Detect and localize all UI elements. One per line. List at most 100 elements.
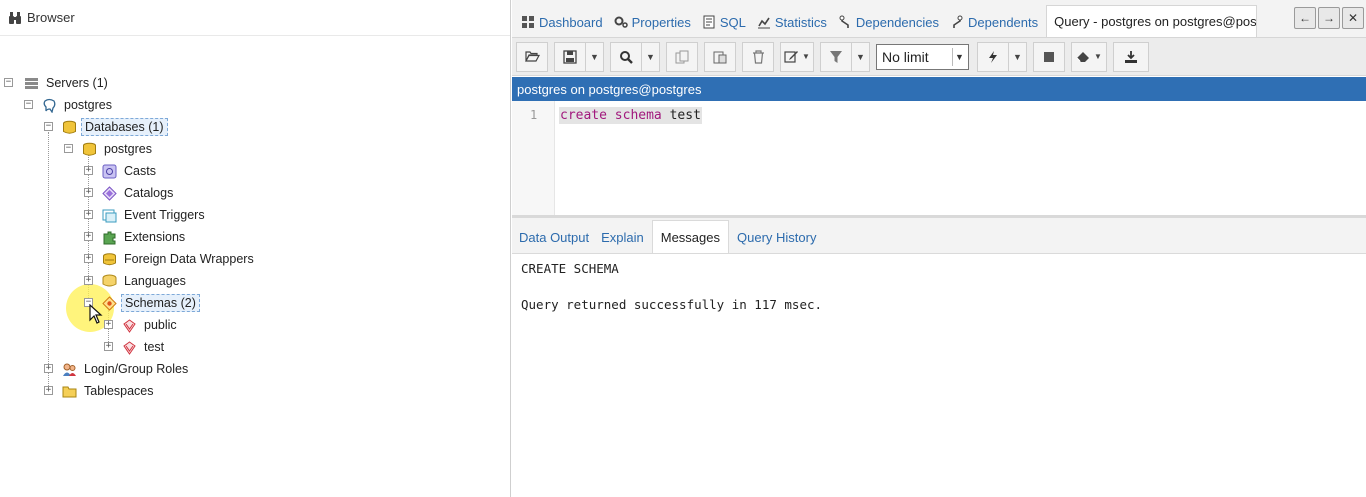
expand-toggle-icon[interactable]: +: [84, 188, 93, 197]
paste-button[interactable]: [704, 41, 736, 72]
connection-label: postgres on postgres@postgres: [517, 81, 702, 97]
extensions-icon: [103, 231, 116, 244]
tab-next-button[interactable]: →: [1318, 7, 1340, 29]
tree-node-login-group-roles[interactable]: + Login/Group Roles: [44, 359, 191, 379]
caret-down-icon: ▼: [646, 51, 655, 62]
caret-down-icon: ▼: [590, 51, 599, 62]
line-number: 1: [530, 108, 538, 122]
filter-icon: [830, 50, 842, 63]
tab-statistics[interactable]: Statistics: [754, 7, 835, 37]
find-button[interactable]: [610, 41, 642, 72]
message-line: Query returned successfully in 117 msec.: [521, 297, 823, 312]
tab-query[interactable]: Query - postgres on postgres@postgres: [1046, 5, 1258, 37]
stop-icon: [1044, 51, 1054, 62]
search-icon: [620, 50, 633, 64]
tab-nav-buttons: ← → ✕: [1294, 7, 1364, 29]
edit-button[interactable]: ▼: [780, 41, 814, 72]
result-tabs: Data Output Explain Messages Query Histo…: [512, 218, 1366, 254]
casts-icon: [102, 164, 117, 178]
expand-toggle-icon[interactable]: +: [44, 364, 53, 373]
tree-node-foreign-data-wrappers[interactable]: + Foreign Data Wrappers: [84, 249, 257, 269]
tree-node-catalogs[interactable]: + Catalogs: [84, 183, 176, 203]
row-limit-select[interactable]: No limit ▼: [876, 43, 969, 70]
expand-toggle-icon[interactable]: +: [104, 320, 113, 329]
databases-icon: [63, 120, 76, 134]
tab-prev-button[interactable]: ←: [1294, 7, 1316, 29]
servers-icon: [25, 77, 38, 89]
database-icon: [83, 142, 96, 156]
schema-icon: [123, 318, 136, 333]
sql-editor[interactable]: 1 create schema test: [512, 101, 1366, 215]
tree-node-casts[interactable]: + Casts: [84, 161, 159, 181]
stop-button[interactable]: [1033, 41, 1065, 72]
trash-icon: [752, 49, 764, 64]
tree-node-schema-public[interactable]: + public: [104, 315, 180, 335]
tab-data-output[interactable]: Data Output: [515, 221, 593, 253]
tab-dashboard[interactable]: Dashboard: [518, 7, 611, 37]
collapse-toggle-icon[interactable]: −: [24, 100, 33, 109]
download-button[interactable]: [1113, 41, 1149, 72]
paste-icon: [713, 51, 727, 63]
query-toolbar: ▼ ▼ ▼ ▼ No limit ▼ ▼ ▼: [512, 38, 1366, 76]
tab-query-history[interactable]: Query History: [733, 221, 820, 253]
expand-toggle-icon[interactable]: +: [84, 210, 93, 219]
find-options-button[interactable]: ▼: [642, 41, 660, 72]
query-tool-panel: Dashboard Properties SQL Statistics Depe…: [512, 0, 1366, 497]
bolt-icon: [989, 50, 997, 63]
tree-node-event-triggers[interactable]: + Event Triggers: [84, 205, 208, 225]
save-button[interactable]: [554, 41, 586, 72]
dependents-icon: [953, 15, 963, 28]
caret-down-icon: ▼: [802, 52, 810, 61]
execute-button[interactable]: [977, 41, 1009, 72]
connection-bar: postgres on postgres@postgres: [512, 77, 1366, 101]
tree-node-databases[interactable]: − Databases (1): [44, 117, 168, 137]
expand-toggle-icon[interactable]: +: [84, 276, 93, 285]
tree-node-database-postgres[interactable]: − postgres: [64, 139, 155, 159]
mouse-pointer-icon: [89, 304, 103, 324]
filter-options-button[interactable]: ▼: [852, 41, 870, 72]
messages-output: CREATE SCHEMA Query returned successfull…: [512, 254, 1366, 497]
tab-properties[interactable]: Properties: [611, 7, 699, 37]
eraser-icon: [1076, 51, 1090, 62]
collapse-toggle-icon[interactable]: −: [4, 78, 13, 87]
tab-sql[interactable]: SQL: [699, 7, 754, 37]
expand-toggle-icon[interactable]: +: [84, 254, 93, 263]
open-file-button[interactable]: [516, 41, 548, 72]
execute-options-button[interactable]: ▼: [1009, 41, 1027, 72]
arrow-right-icon: →: [1323, 11, 1335, 25]
edit-icon: [784, 50, 799, 63]
tab-dependencies[interactable]: Dependencies: [835, 7, 947, 37]
tree-node-extensions[interactable]: + Extensions: [84, 227, 188, 247]
tab-close-button[interactable]: ✕: [1342, 7, 1364, 29]
keyword-token: create: [560, 108, 607, 123]
copy-icon: [675, 50, 689, 63]
copy-button[interactable]: [666, 41, 698, 72]
arrow-left-icon: ←: [1299, 11, 1311, 25]
collapse-toggle-icon[interactable]: −: [44, 122, 53, 131]
tree-node-tablespaces[interactable]: + Tablespaces: [44, 381, 157, 401]
expand-toggle-icon[interactable]: +: [44, 386, 53, 395]
tab-messages[interactable]: Messages: [651, 220, 729, 253]
tablespaces-icon: [62, 386, 77, 397]
filter-button[interactable]: [820, 41, 852, 72]
pgadmin-window: Browser − Servers (1) − postgres − Datab…: [0, 0, 1366, 497]
tree-node-server-postgres[interactable]: − postgres: [24, 95, 115, 115]
tab-dependents[interactable]: Dependents: [947, 7, 1046, 37]
tree-node-languages[interactable]: + Languages: [84, 271, 189, 291]
tab-explain[interactable]: Explain: [597, 221, 648, 253]
delete-button[interactable]: [742, 41, 774, 72]
roles-icon: [63, 363, 76, 376]
elephant-icon: [43, 98, 56, 113]
save-options-button[interactable]: ▼: [586, 41, 604, 72]
folder-open-icon: [524, 51, 540, 62]
expand-toggle-icon[interactable]: +: [84, 166, 93, 175]
clear-button[interactable]: ▼: [1071, 41, 1107, 72]
line-gutter: 1: [512, 101, 555, 215]
expand-toggle-icon[interactable]: +: [104, 342, 113, 351]
collapse-toggle-icon[interactable]: −: [64, 144, 73, 153]
expand-toggle-icon[interactable]: +: [84, 232, 93, 241]
schema-icon: [123, 340, 136, 355]
code-line[interactable]: create schema test: [559, 107, 702, 124]
tree-node-schema-test[interactable]: + test: [104, 337, 167, 357]
tree-node-servers[interactable]: − Servers (1): [4, 73, 111, 93]
